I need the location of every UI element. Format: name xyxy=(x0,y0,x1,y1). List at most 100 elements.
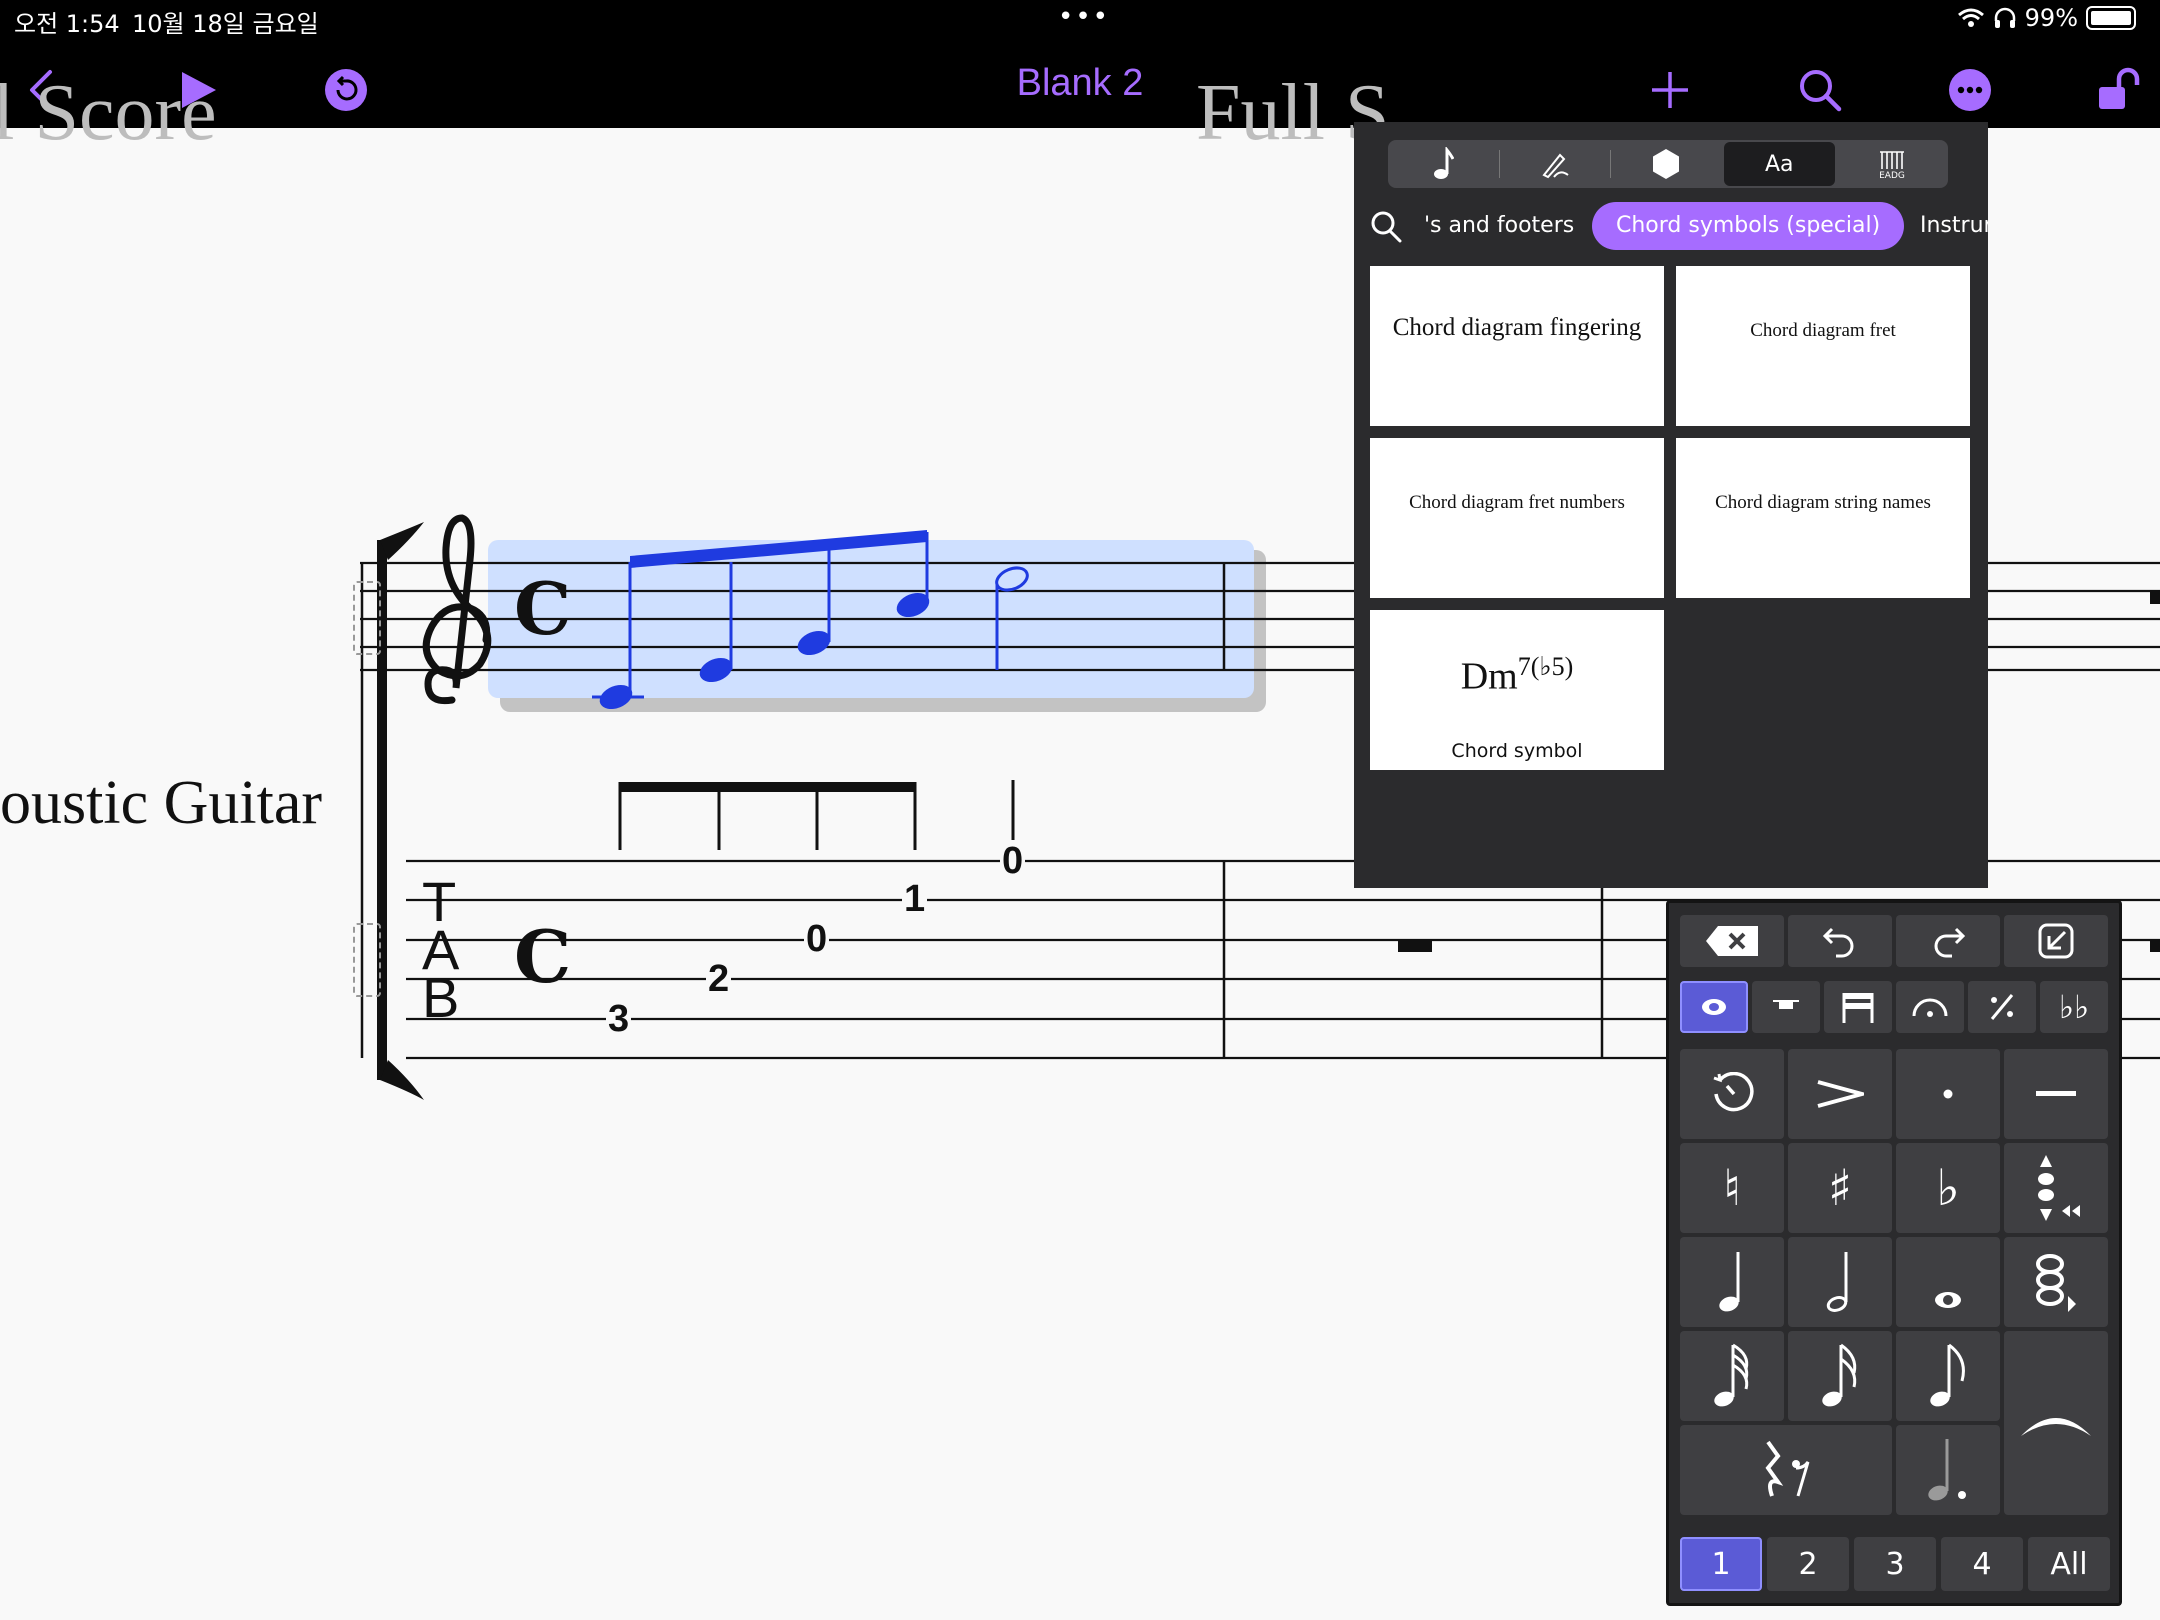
add-icon[interactable] xyxy=(1640,60,1700,120)
backspace-icon xyxy=(1706,926,1758,956)
whole-note-icon xyxy=(1702,999,1726,1015)
tie-button[interactable] xyxy=(2004,1331,2108,1515)
undo-icon xyxy=(1822,927,1854,958)
tab-shapes[interactable] xyxy=(1610,140,1721,188)
sixteenth-note-button[interactable] xyxy=(1788,1331,1892,1421)
clock-rhythm-button[interactable] xyxy=(1680,1049,1784,1139)
notation-keypad: ♭♭ ♮ ♯ ♭ 1 2 3 4 All xyxy=(1666,900,2122,1606)
tab-lines[interactable] xyxy=(1499,140,1610,188)
dotted-note-icon xyxy=(1928,1439,1966,1501)
accent-icon xyxy=(1817,1080,1864,1108)
hexagon-icon xyxy=(1653,149,1679,179)
whole-note-button[interactable] xyxy=(1896,1237,2000,1327)
tie-icon xyxy=(2021,1418,2091,1436)
more-icon[interactable] xyxy=(1940,60,2000,120)
sharp-icon: ♯ xyxy=(1827,1159,1853,1217)
time-signature: C xyxy=(514,566,572,651)
keypad-layout-4[interactable]: 4 xyxy=(1941,1537,2023,1591)
undo-button[interactable] xyxy=(1788,915,1892,967)
rest-icon xyxy=(1773,1000,1799,1009)
rest-icon xyxy=(1765,1440,1810,1497)
half-note-icon xyxy=(1826,1252,1848,1312)
flat-icon: ♭ xyxy=(1936,1159,1960,1217)
wifi-icon xyxy=(1957,8,1984,27)
tab-number[interactable]: 0 xyxy=(1000,842,1026,880)
fermata-icon xyxy=(1912,998,1948,1017)
percent-repeat-icon xyxy=(1990,994,2014,1020)
tab-text[interactable]: Aa xyxy=(1723,142,1835,186)
tab-number[interactable]: 2 xyxy=(706,960,732,998)
status-right: 99% xyxy=(1957,4,2136,32)
tab-time-signature: C xyxy=(514,914,572,999)
headphones-icon xyxy=(1994,7,2015,28)
category-headers-footers[interactable]: 's and footers xyxy=(1424,202,1574,250)
battery-icon xyxy=(2086,6,2136,30)
clock-icon xyxy=(1713,1072,1754,1112)
thirty-second-note-icon xyxy=(1714,1343,1749,1407)
pen-icon xyxy=(1542,153,1569,179)
sixteenth-note-icon xyxy=(1822,1343,1857,1407)
layout-tremolo-button[interactable] xyxy=(1968,981,2036,1033)
layout-rests-button[interactable] xyxy=(1752,981,1820,1033)
tab-strings[interactable]: EADG xyxy=(1837,140,1948,188)
minimize-keypad-button[interactable] xyxy=(2004,915,2108,967)
keypad-layout-3[interactable]: 3 xyxy=(1854,1537,1936,1591)
tenuto-button[interactable] xyxy=(2004,1049,2108,1139)
eighth-note-button[interactable] xyxy=(1896,1331,2000,1421)
multitask-dots[interactable]: ••• xyxy=(1058,2,1110,32)
quarter-note-button[interactable] xyxy=(1680,1237,1784,1327)
flat-button[interactable]: ♭ xyxy=(1896,1143,2000,1233)
tile-chord-diagram-fingering[interactable]: Chord diagram fingering xyxy=(1370,266,1664,426)
svg-text:EADG: EADG xyxy=(1880,171,1906,179)
treble-clef-icon xyxy=(422,514,492,705)
category-chord-symbols-special[interactable]: Chord symbols (special) xyxy=(1592,202,1905,250)
rest-button[interactable] xyxy=(1680,1425,1892,1515)
whole-rest xyxy=(1398,940,1432,952)
tab-number[interactable]: 0 xyxy=(804,920,830,958)
delete-button[interactable] xyxy=(1680,915,1784,967)
panel-tabs: Aa EADG xyxy=(1388,140,1948,188)
thirty-second-note-button[interactable] xyxy=(1680,1331,1784,1421)
tile-chord-diagram-string-names[interactable]: Chord diagram string names xyxy=(1676,438,1970,598)
half-note-button[interactable] xyxy=(1788,1237,1892,1327)
unlock-icon[interactable] xyxy=(2090,60,2150,120)
tab-number[interactable]: 1 xyxy=(902,880,928,918)
layout-accidentals-button[interactable]: ♭♭ xyxy=(2040,981,2108,1033)
category-instruments[interactable]: Instrur xyxy=(1920,202,1988,250)
keypad-layout-2[interactable]: 2 xyxy=(1767,1537,1849,1591)
system-bracket-bottom xyxy=(380,1060,424,1100)
staccato-button[interactable] xyxy=(1896,1049,2000,1139)
system-bracket-top xyxy=(380,522,424,560)
sharp-button[interactable]: ♯ xyxy=(1788,1143,1892,1233)
transpose-button[interactable] xyxy=(2004,1143,2108,1233)
rest-right-top xyxy=(2150,590,2160,604)
tab-clef-b: B xyxy=(422,966,460,1029)
tenuto-icon xyxy=(2036,1091,2076,1096)
natural-button[interactable]: ♮ xyxy=(1680,1143,1784,1233)
tile-chord-symbol[interactable]: Dm7(♭5) Chord symbol xyxy=(1370,610,1664,770)
layout-notes-button[interactable] xyxy=(1680,981,1748,1033)
layout-beams-button[interactable] xyxy=(1824,981,1892,1033)
status-date: 10월 18일 금요일 xyxy=(132,10,319,38)
redo-button[interactable] xyxy=(1896,915,2000,967)
string-names-icon: EADG xyxy=(1880,151,1906,179)
tile-chord-diagram-fret-numbers[interactable]: Chord diagram fret numbers xyxy=(1370,438,1664,598)
tab-number[interactable]: 3 xyxy=(606,1000,632,1038)
keypad-layout-1[interactable]: 1 xyxy=(1680,1537,1762,1591)
staff-handle-bottom[interactable] xyxy=(353,923,381,997)
dotted-note-button[interactable] xyxy=(1896,1425,2000,1515)
natural-icon: ♮ xyxy=(1723,1159,1741,1217)
rest-right-bottom xyxy=(2150,940,2160,952)
search-icon[interactable] xyxy=(1790,60,1850,120)
layout-articulations-button[interactable] xyxy=(1896,981,1964,1033)
tab-notes[interactable] xyxy=(1388,140,1499,188)
keypad-layout-all[interactable]: All xyxy=(2028,1537,2110,1591)
search-icon[interactable] xyxy=(1370,210,1402,244)
quarter-note-icon xyxy=(1719,1252,1740,1312)
accent-button[interactable] xyxy=(1788,1049,1892,1139)
category-strip[interactable]: 's and footers Chord symbols (special) I… xyxy=(1354,198,1988,254)
chord-stack-icon xyxy=(2036,1254,2076,1312)
tile-chord-diagram-fret[interactable]: Chord diagram fret xyxy=(1676,266,1970,426)
top-bar: 오전 1:54 10월 18일 금요일 ••• 99% Blank 2 xyxy=(0,0,2160,128)
chord-stack-button[interactable] xyxy=(2004,1237,2108,1327)
